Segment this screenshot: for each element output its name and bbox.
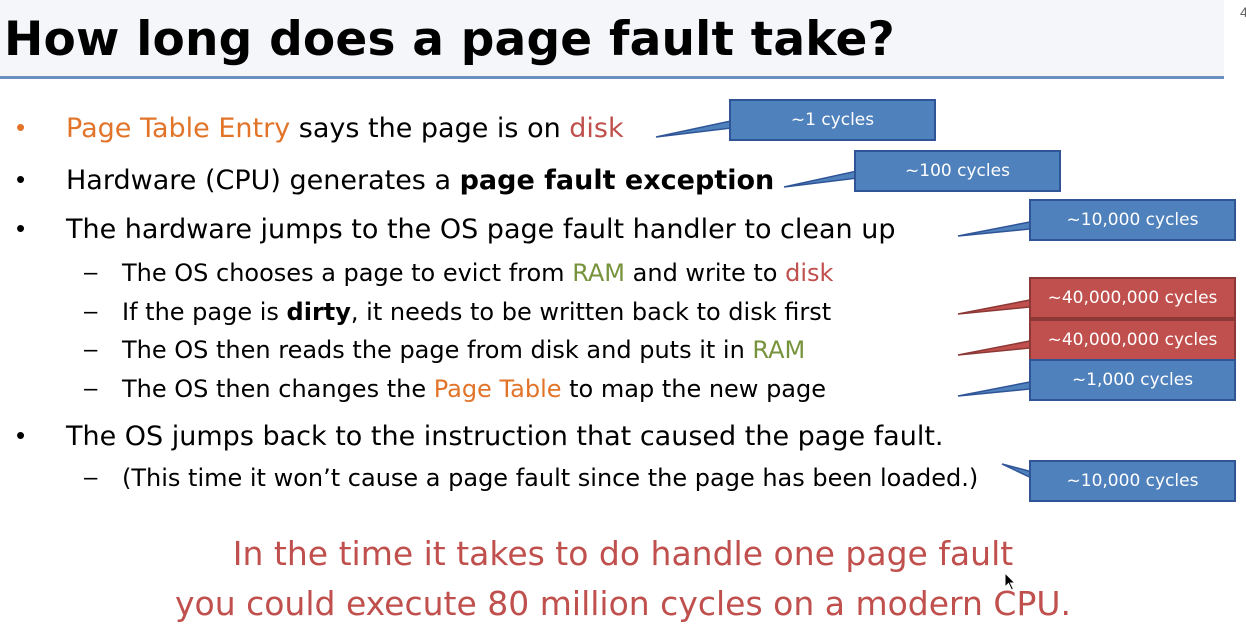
callout-40m-cycles-read: ~40,000,000 cycles [1029, 319, 1236, 361]
callout-40m-cycles-write: ~40,000,000 cycles [1029, 277, 1236, 319]
conclusion-line-1: In the time it takes to do handle one pa… [232, 534, 1014, 573]
conclusion-line-2: you could execute 80 million cycles on a… [174, 584, 1072, 623]
callout-1-cycles: ~1 cycles [729, 99, 936, 141]
callout-pointer [957, 379, 1041, 397]
callout-pointer [957, 219, 1041, 237]
callout-10000-cycles-return: ~10,000 cycles [1029, 460, 1236, 502]
callout-10000-cycles: ~10,000 cycles [1029, 199, 1236, 241]
callout-pointer [957, 297, 1041, 315]
mouse-cursor-icon [1004, 572, 1017, 591]
callout-100-cycles: ~100 cycles [854, 150, 1061, 192]
callout-pointer [957, 338, 1041, 356]
callout-1000-cycles: ~1,000 cycles [1029, 359, 1236, 401]
callout-pointer [655, 118, 741, 138]
